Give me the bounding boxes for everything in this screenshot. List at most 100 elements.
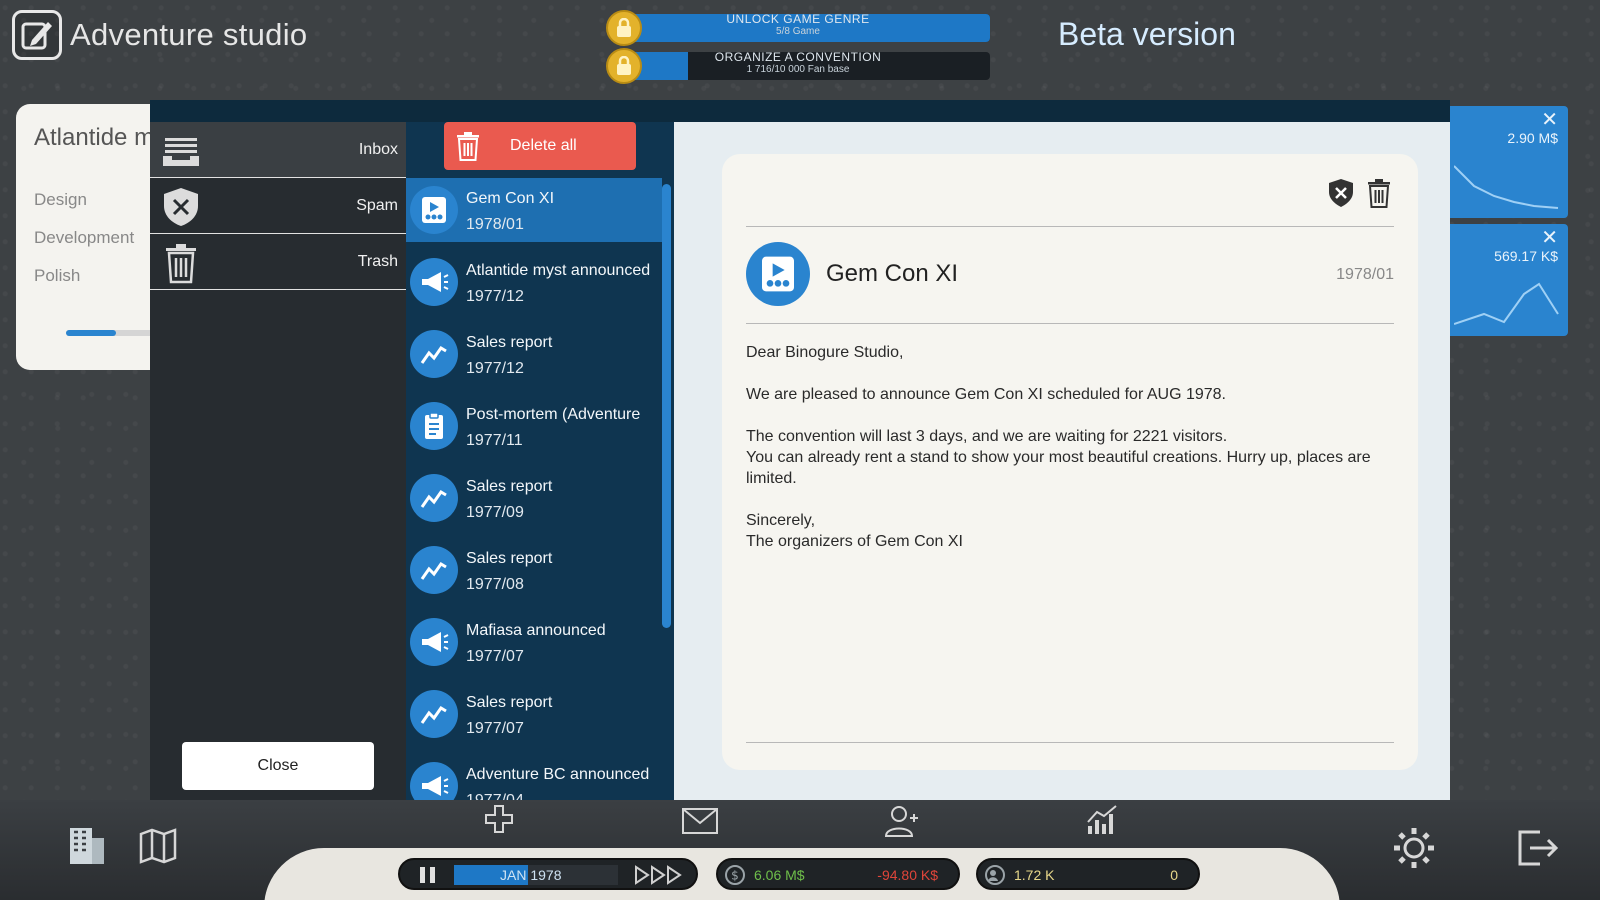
message-card: Gem Con XI 1978/01 Dear Binogure Studio,… <box>722 154 1418 770</box>
chart-icon <box>410 330 458 378</box>
delete-message-icon[interactable] <box>1364 178 1394 208</box>
message-item[interactable]: Post-mortem (Adventure 1977/11 <box>406 394 662 458</box>
delete-all-button[interactable]: Delete all <box>444 122 636 170</box>
message-title: Sales report <box>466 694 553 711</box>
studio-header: Adventure studio <box>12 10 307 60</box>
message-date: 1977/08 <box>466 576 524 593</box>
revenue-chart-icon <box>1454 282 1559 325</box>
message-title: Sales report <box>466 550 553 567</box>
folder-inbox[interactable]: Inbox <box>150 122 406 178</box>
fans-count: 1.72 K <box>1014 867 1055 883</box>
dollar-icon: $ <box>725 865 745 885</box>
pause-icon[interactable] <box>418 866 438 884</box>
message-date: 1978/01 <box>466 216 524 233</box>
message-date: 1978/01 <box>1336 266 1394 283</box>
divider <box>746 742 1394 743</box>
project-card[interactable]: Atlantide m Design Development Polish <box>16 104 166 370</box>
quest-unlock-genre[interactable]: UNLOCK GAME GENRE 5/8 Game <box>606 10 990 46</box>
mail-dialog: Inbox Spam Trash Close Delete all Gem Co… <box>150 100 1450 800</box>
map-icon[interactable] <box>138 826 178 866</box>
lock-icon <box>606 10 642 46</box>
megaphone-icon <box>410 258 458 306</box>
divider <box>746 226 1394 227</box>
project-title: Atlantide m <box>34 124 155 151</box>
closing: Sincerely, <box>746 512 816 529</box>
chart-icon <box>410 690 458 738</box>
message-item[interactable]: Gem Con XI 1978/01 <box>406 178 662 242</box>
mail-icon[interactable] <box>682 808 718 834</box>
chart-icon <box>410 474 458 522</box>
add-employee-icon[interactable] <box>884 804 918 838</box>
divider <box>746 323 1394 324</box>
delete-all-label: Delete all <box>510 137 577 154</box>
greeting: Dear Binogure Studio, <box>746 344 904 361</box>
svg-text:$: $ <box>731 869 739 883</box>
quest-subtitle: 1 716/10 000 Fan base <box>746 64 850 75</box>
message-item[interactable]: Sales report 1977/08 <box>406 538 662 602</box>
add-icon[interactable] <box>484 804 514 834</box>
settings-gear-icon[interactable] <box>1390 824 1438 872</box>
close-icon[interactable]: ✕ <box>1541 110 1558 130</box>
inbox-icon <box>163 138 199 166</box>
message-date: 1977/11 <box>466 432 523 449</box>
quest-title: ORGANIZE A CONVENTION <box>714 50 882 64</box>
message-subject: Gem Con XI <box>826 260 959 287</box>
spam-shield-icon <box>164 188 198 226</box>
message-title: Sales report <box>466 334 553 351</box>
quest-title: UNLOCK GAME GENRE <box>726 12 870 26</box>
clipboard-icon <box>410 402 458 450</box>
money-amount: 6.06 M$ <box>754 867 805 883</box>
message-item[interactable]: Sales report 1977/12 <box>406 322 662 386</box>
message-date: 1977/09 <box>466 504 524 521</box>
trash-icon <box>457 132 479 161</box>
studio-name: Adventure studio <box>70 17 308 52</box>
sales-amount: 2.90 M$ <box>1507 130 1558 146</box>
chart-icon <box>410 546 458 594</box>
message-reader: Gem Con XI 1978/01 Dear Binogure Studio,… <box>674 122 1450 800</box>
message-item[interactable]: Adventure BC announced 1977/04 <box>406 754 662 800</box>
statistics-icon[interactable] <box>1086 804 1120 838</box>
money-display[interactable]: $ 6.06 M$ -94.80 K$ <box>716 858 960 890</box>
stage-polish: Polish <box>34 266 81 285</box>
message-list-scrollbar[interactable] <box>662 184 671 628</box>
message-title: Sales report <box>466 478 553 495</box>
fans-display[interactable]: 1.72 K 0 <box>976 858 1200 890</box>
fans-icon <box>985 865 1005 885</box>
folder-spam[interactable]: Spam <box>150 178 406 234</box>
close-button[interactable]: Close <box>182 742 374 790</box>
folder-trash[interactable]: Trash <box>150 234 406 290</box>
message-title: Adventure BC announced <box>466 766 650 783</box>
message-item[interactable]: Sales report 1977/09 <box>406 466 662 530</box>
paragraph: We are pleased to announce Gem Con XI sc… <box>746 386 1226 403</box>
stage-development: Development <box>34 228 135 247</box>
message-body: Dear Binogure Studio, We are pleased to … <box>746 342 1386 573</box>
message-list: Delete all Gem Con XI 1978/01 Atlantide … <box>406 122 674 800</box>
revenue-card[interactable]: ✕ 569.17 K$ <box>1446 224 1568 336</box>
message-item[interactable]: Sales report 1977/07 <box>406 682 662 746</box>
paragraph: You can already rent a stand to show you… <box>746 449 1371 487</box>
time-control: JAN 1978 <box>398 858 698 890</box>
beta-label: Beta version <box>1058 16 1236 52</box>
close-icon[interactable]: ✕ <box>1541 228 1558 248</box>
mark-spam-icon[interactable] <box>1326 178 1356 208</box>
quest-organize-convention[interactable]: ORGANIZE A CONVENTION 1 716/10 000 Fan b… <box>606 48 990 84</box>
megaphone-icon <box>410 762 458 800</box>
fast-forward-icon[interactable] <box>634 865 686 885</box>
fans-delta: 0 <box>1170 867 1178 883</box>
message-item[interactable]: Atlantide myst announced 1977/12 <box>406 250 662 314</box>
revenue-amount: 569.17 K$ <box>1494 248 1558 264</box>
stage-design: Design <box>34 190 87 209</box>
message-item[interactable]: Mafiasa announced 1977/07 <box>406 610 662 674</box>
message-title: Mafiasa announced <box>466 622 606 639</box>
trash-icon <box>166 244 196 284</box>
sales-card[interactable]: ✕ 2.90 M$ <box>1446 106 1568 218</box>
message-date: 1977/12 <box>466 288 524 305</box>
message-date: 1977/07 <box>466 720 524 737</box>
message-date: 1977/07 <box>466 648 524 665</box>
exit-icon[interactable] <box>1512 824 1560 872</box>
building-icon[interactable] <box>62 818 110 866</box>
folder-label: Inbox <box>358 141 398 158</box>
convention-icon <box>746 242 810 306</box>
edit-studio-icon[interactable] <box>12 10 62 60</box>
message-date: 1977/12 <box>466 360 524 377</box>
